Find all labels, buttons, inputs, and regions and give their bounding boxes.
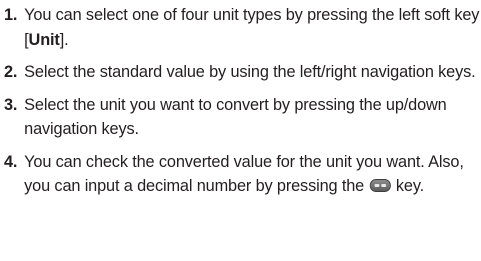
instruction-step: 4. You can check the converted value for … [4,150,481,199]
step-text-end: ]. [59,29,69,49]
step-text: Select the standard value by using the l… [24,62,476,81]
instruction-list: 1. You can select one of four unit types … [4,3,481,207]
instruction-step: 1. You can select one of four unit types … [4,3,481,52]
instruction-step: 3. Select the unit you want to convert by… [4,93,481,142]
instruction-step: 2. Select the standard value by using the… [4,60,481,85]
star-hash-key-icon [369,179,391,192]
step-number: 3. [4,94,18,114]
step-text-end: key. [395,176,425,195]
step-number: 4. [4,151,18,171]
unit-key-label: Unit [28,29,60,49]
step-number: 2. [4,62,18,81]
step-text: Select the unit you want to convert by p… [24,94,447,139]
step-text: You can select one of four unit types by… [24,5,480,49]
step-number: 1. [4,5,18,24]
